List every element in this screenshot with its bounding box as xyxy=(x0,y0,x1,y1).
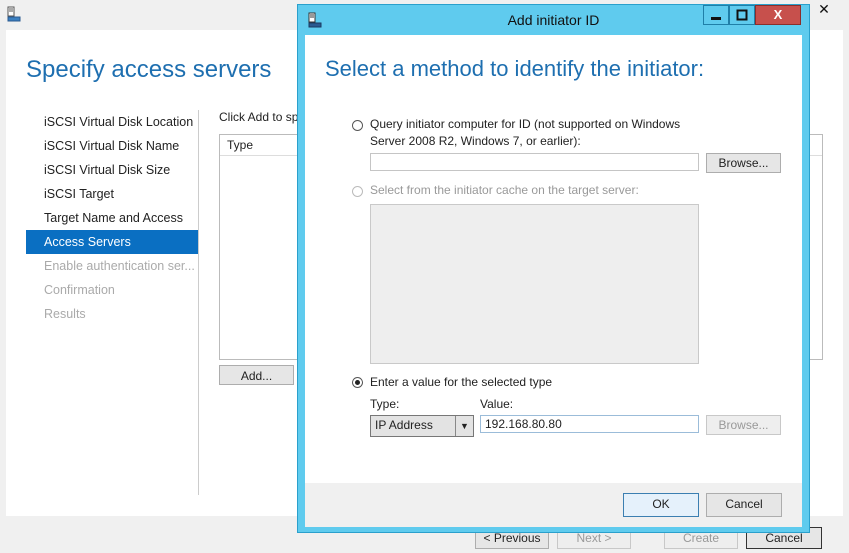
page-title: Specify access servers xyxy=(26,56,272,83)
initiator-cache-label: Select from the initiator cache on the t… xyxy=(370,183,639,197)
type-select[interactable]: IP Address ▼ xyxy=(370,415,474,437)
close-icon: X xyxy=(773,7,783,22)
query-browse-button[interactable]: Browse... xyxy=(706,153,781,173)
wizard-nav: iSCSI Virtual Disk Location iSCSI Virtual… xyxy=(26,110,198,326)
initiator-cache-radio[interactable] xyxy=(352,186,363,197)
enter-value-label: Enter a value for the selected type xyxy=(370,375,553,389)
ok-button[interactable]: OK xyxy=(623,493,699,517)
dialog-heading: Select a method to identify the initiato… xyxy=(325,56,705,81)
minimize-button[interactable] xyxy=(703,5,729,25)
enter-value-radio[interactable] xyxy=(352,377,363,388)
initiator-cache-list[interactable] xyxy=(370,204,699,364)
chevron-down-icon[interactable]: ▼ xyxy=(455,416,473,436)
query-initiator-label-line2: Server 2008 R2, Windows 7, or earlier): xyxy=(370,134,581,148)
nav-item-enable-authentication-ser: Enable authentication ser... xyxy=(44,259,195,273)
instruction-text: Click Add to sp xyxy=(219,110,299,124)
type-select-value: IP Address xyxy=(375,418,433,432)
nav-item-iscsi-target[interactable]: iSCSI Target xyxy=(26,182,198,206)
nav-item-results: Results xyxy=(44,307,86,321)
wizard-close-button[interactable]: ✕ xyxy=(804,0,844,20)
server-app-icon xyxy=(7,6,21,22)
query-initiator-label-line1: Query initiator computer for ID (not sup… xyxy=(370,117,681,131)
nav-item-target-name-and-access[interactable]: Target Name and Access xyxy=(26,206,198,230)
query-computer-input[interactable] xyxy=(370,153,699,171)
value-label: Value: xyxy=(480,397,514,411)
minimize-icon xyxy=(711,17,721,20)
dialog-content: Select a method to identify the initiato… xyxy=(304,34,801,482)
dialog-titlebar[interactable]: Add initiator ID X xyxy=(298,5,809,35)
nav-item-iscsi-virtual-disk-name[interactable]: iSCSI Virtual Disk Name xyxy=(26,134,198,158)
dialog-cancel-button[interactable]: Cancel xyxy=(706,493,782,517)
dialog-close-button[interactable]: X xyxy=(755,5,801,25)
value-input[interactable]: 192.168.80.80 xyxy=(480,415,699,433)
add-button[interactable]: Add... xyxy=(219,365,294,385)
nav-divider xyxy=(198,110,199,495)
nav-item-iscsi-virtual-disk-location[interactable]: iSCSI Virtual Disk Location xyxy=(26,110,198,134)
value-browse-button[interactable]: Browse... xyxy=(706,415,781,435)
query-initiator-radio[interactable] xyxy=(352,120,363,131)
nav-item-access-servers[interactable]: Access Servers xyxy=(26,230,198,254)
type-label: Type: xyxy=(370,397,400,411)
nav-item-confirmation: Confirmation xyxy=(44,283,115,297)
nav-item-iscsi-virtual-disk-size[interactable]: iSCSI Virtual Disk Size xyxy=(26,158,198,182)
maximize-button[interactable] xyxy=(729,5,755,25)
maximize-icon xyxy=(736,9,748,21)
